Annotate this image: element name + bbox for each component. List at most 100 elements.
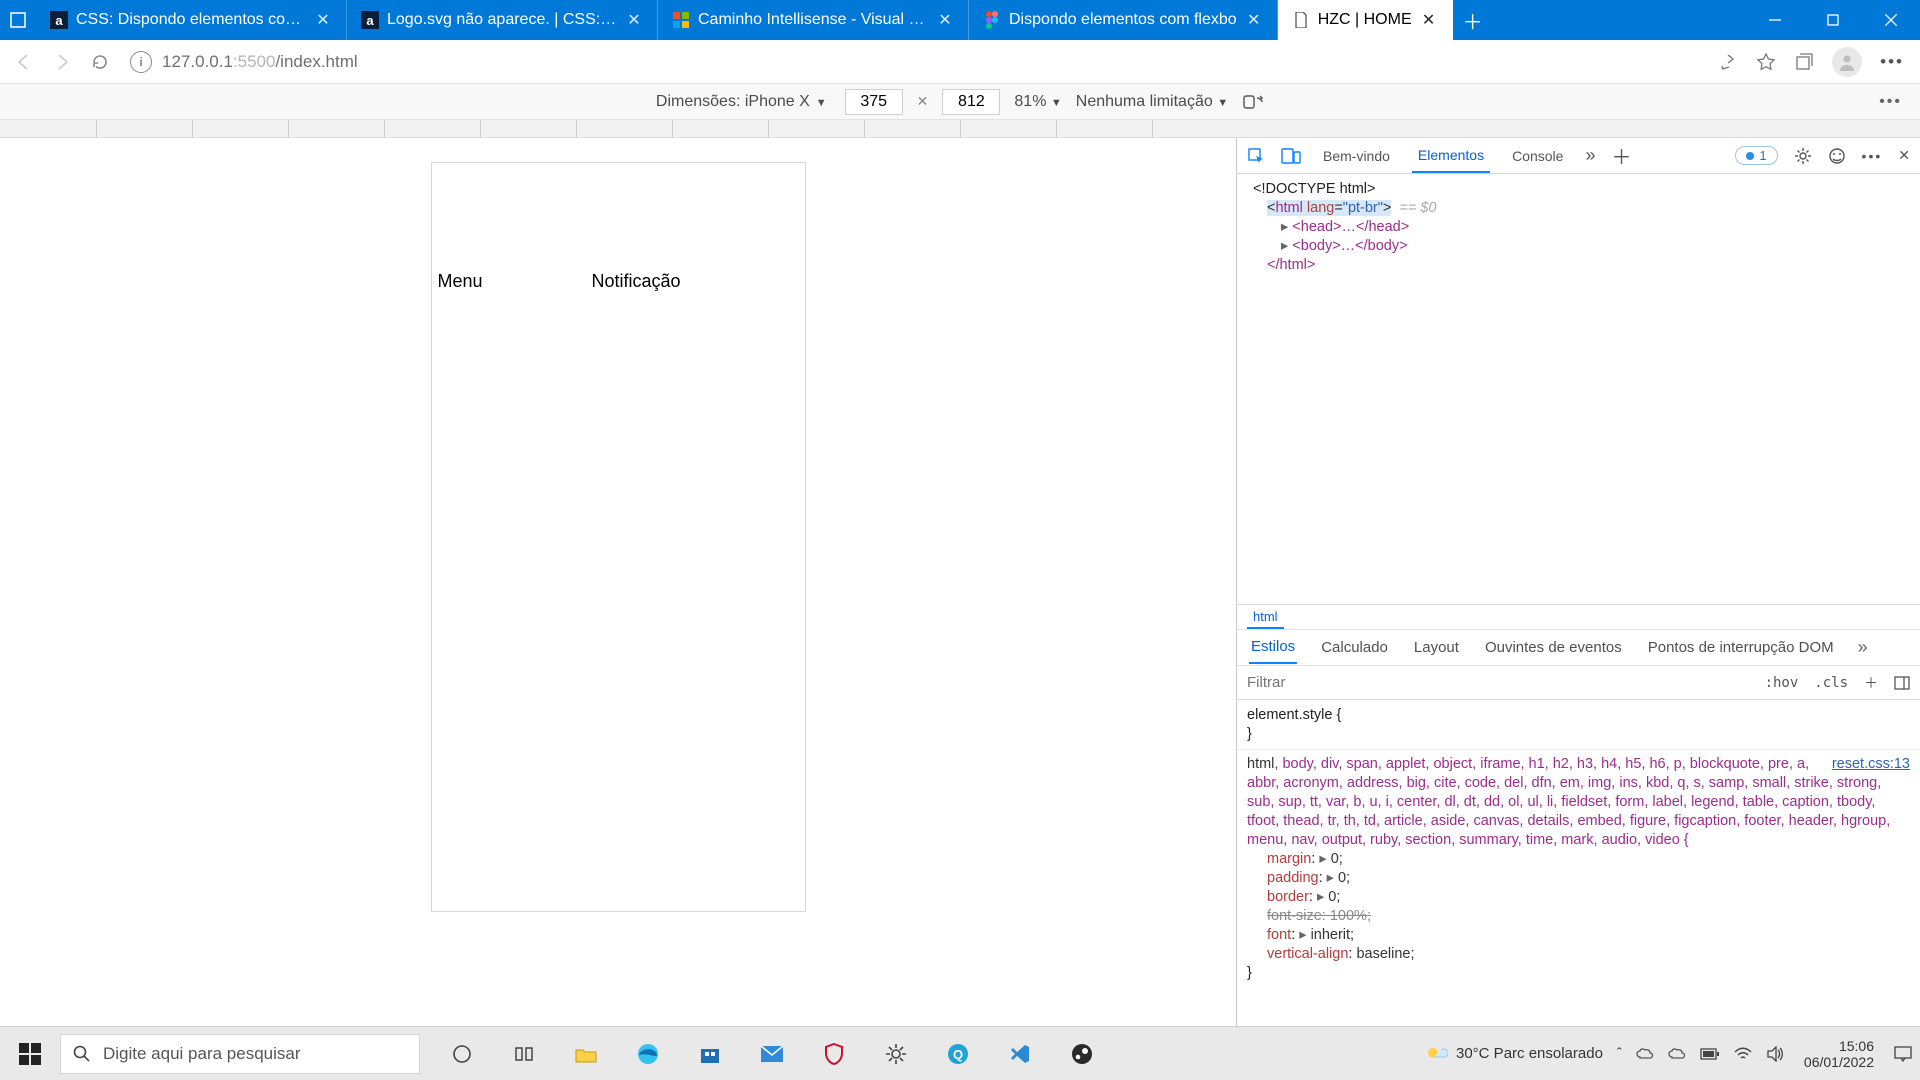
favicon-file-icon — [1292, 11, 1310, 29]
profile-avatar[interactable] — [1832, 47, 1862, 77]
volume-icon[interactable] — [1766, 1046, 1784, 1062]
tab-title: Caminho Intellisense - Visual Stu — [698, 11, 928, 29]
issues-badge[interactable]: 1 — [1735, 146, 1777, 165]
more-tabs-icon[interactable]: » — [1585, 145, 1595, 166]
mail-icon[interactable] — [744, 1028, 800, 1080]
search-icon — [73, 1045, 91, 1063]
steam-icon[interactable] — [1054, 1028, 1110, 1080]
inspect-icon[interactable] — [1247, 147, 1265, 165]
dom-tree[interactable]: <!DOCTYPE html> <html lang="pt-br">== $0… — [1237, 174, 1920, 604]
styles-pane[interactable]: element.style { } reset.css:13 html, bod… — [1237, 700, 1920, 1026]
wifi-icon[interactable] — [1734, 1047, 1752, 1061]
tab-title: HZC | HOME — [1318, 11, 1412, 29]
weather-widget[interactable]: 30°C Parc ensolarado — [1424, 1043, 1603, 1065]
dom-html-close[interactable]: </html> — [1253, 256, 1912, 275]
tab-actions-icon[interactable] — [10, 12, 26, 28]
tab-listeners[interactable]: Ouvintes de eventos — [1483, 632, 1624, 663]
tray-clock[interactable]: 15:06 06/01/2022 — [1798, 1038, 1880, 1070]
close-icon[interactable]: ✕ — [625, 10, 643, 30]
zoom-selector[interactable]: 81% ▼ — [1014, 93, 1061, 111]
rotate-icon[interactable] — [1242, 93, 1264, 111]
dom-doctype[interactable]: <!DOCTYPE html> — [1253, 180, 1912, 199]
tab-3[interactable]: Dispondo elementos com flexbo ✕ — [969, 0, 1278, 40]
battery-icon[interactable] — [1700, 1048, 1720, 1060]
new-tab-devtools-icon[interactable]: ＋ — [1611, 141, 1631, 170]
back-button[interactable] — [10, 48, 38, 76]
onedrive-icon[interactable] — [1636, 1047, 1654, 1061]
tab-computed[interactable]: Calculado — [1319, 632, 1390, 663]
tab-layout[interactable]: Layout — [1412, 632, 1461, 663]
favorites-icon[interactable] — [1756, 52, 1776, 72]
close-icon[interactable]: ✕ — [314, 10, 332, 30]
device-selector[interactable]: Dimensões: iPhone X▼ — [656, 93, 827, 111]
tab-console[interactable]: Console — [1506, 140, 1569, 172]
window-maximize-button[interactable] — [1804, 0, 1862, 40]
dom-head[interactable]: ▸<head>…</head> — [1253, 218, 1912, 237]
hov-toggle[interactable]: :hov — [1765, 675, 1799, 691]
simulated-page[interactable]: Menu Notificação — [431, 162, 806, 912]
device-toggle-icon[interactable] — [1281, 148, 1301, 164]
start-button[interactable] — [0, 1043, 60, 1065]
favicon-vs-icon — [672, 11, 690, 29]
task-view-icon[interactable] — [434, 1028, 490, 1080]
window-close-button[interactable] — [1862, 0, 1920, 40]
settings-icon[interactable] — [1794, 147, 1812, 165]
search-placeholder: Digite aqui para pesquisar — [103, 1044, 301, 1064]
appq-icon[interactable]: Q — [930, 1028, 986, 1080]
tab-1[interactable]: a Logo.svg não aparece. | CSS: Dis ✕ — [347, 0, 658, 40]
tray-expand-icon[interactable]: ˆ — [1617, 1045, 1622, 1062]
read-aloud-icon[interactable] — [1718, 52, 1738, 72]
tab-0[interactable]: a CSS: Dispondo elementos com F ✕ — [36, 0, 347, 40]
tab-styles[interactable]: Estilos — [1249, 631, 1297, 664]
edge-icon[interactable] — [620, 1028, 676, 1080]
window-minimize-button[interactable] — [1746, 0, 1804, 40]
cortana-icon[interactable] — [496, 1028, 552, 1080]
tab-4[interactable]: HZC | HOME ✕ — [1278, 0, 1453, 40]
site-info-icon[interactable]: i — [130, 51, 152, 73]
close-icon[interactable]: ✕ — [1420, 10, 1438, 30]
settings-taskbar-icon[interactable] — [868, 1028, 924, 1080]
tab-title: Logo.svg não aparece. | CSS: Dis — [387, 11, 617, 29]
feedback-icon[interactable] — [1828, 147, 1846, 165]
element-style-selector: element.style { — [1247, 707, 1341, 723]
throttle-selector[interactable]: Nenhuma limitação ▼ — [1076, 93, 1228, 111]
close-icon[interactable]: ✕ — [936, 10, 954, 30]
computed-sidebar-icon[interactable] — [1894, 676, 1910, 690]
tab-2[interactable]: Caminho Intellisense - Visual Stu ✕ — [658, 0, 969, 40]
browser-menu-icon[interactable]: ••• — [1880, 52, 1904, 72]
devtools-more-icon[interactable]: ••• — [1862, 148, 1883, 164]
device-height-input[interactable] — [942, 89, 1000, 115]
collections-icon[interactable] — [1794, 52, 1814, 72]
dom-body[interactable]: ▸<body>…</body> — [1253, 237, 1912, 256]
dom-breadcrumb[interactable]: html — [1237, 604, 1920, 630]
explorer-icon[interactable] — [558, 1028, 614, 1080]
devtools-close-icon[interactable]: ✕ — [1898, 147, 1910, 164]
tab-elements[interactable]: Elementos — [1412, 139, 1490, 173]
reload-button[interactable] — [86, 48, 114, 76]
ruler — [0, 120, 1920, 138]
styles-filter-input[interactable] — [1247, 674, 1749, 691]
device-width-input[interactable] — [845, 89, 903, 115]
favicon-figma-icon — [983, 11, 1001, 29]
address-field[interactable]: i 127.0.0.1:5500/index.html — [124, 51, 1708, 73]
rule-selector[interactable]: html, body, div, span, applet, object, i… — [1247, 756, 1890, 848]
svg-text:Q: Q — [953, 1047, 963, 1062]
tab-welcome[interactable]: Bem-vindo — [1317, 140, 1396, 172]
tab-dom-breakpoints[interactable]: Pontos de interrupção DOM — [1646, 632, 1836, 663]
forward-button[interactable] — [48, 48, 76, 76]
devbar-more-icon[interactable]: ••• — [1879, 93, 1902, 111]
new-tab-button[interactable]: ＋ — [1453, 0, 1493, 40]
cloud-icon[interactable] — [1668, 1047, 1686, 1061]
source-link[interactable]: reset.css:13 — [1832, 755, 1910, 774]
cls-toggle[interactable]: .cls — [1814, 675, 1848, 691]
store-icon[interactable] — [682, 1028, 738, 1080]
notifications-icon[interactable] — [1894, 1046, 1912, 1062]
favicon-alura-icon: a — [361, 11, 379, 29]
vscode-icon[interactable] — [992, 1028, 1048, 1080]
mcafee-icon[interactable] — [806, 1028, 862, 1080]
style-more-icon[interactable]: » — [1858, 637, 1868, 658]
dom-html-open[interactable]: <html lang="pt-br">== $0 — [1253, 199, 1912, 218]
close-icon[interactable]: ✕ — [1245, 10, 1263, 30]
taskbar-search[interactable]: Digite aqui para pesquisar — [60, 1034, 420, 1074]
add-rule-icon[interactable]: ＋ — [1864, 673, 1878, 693]
